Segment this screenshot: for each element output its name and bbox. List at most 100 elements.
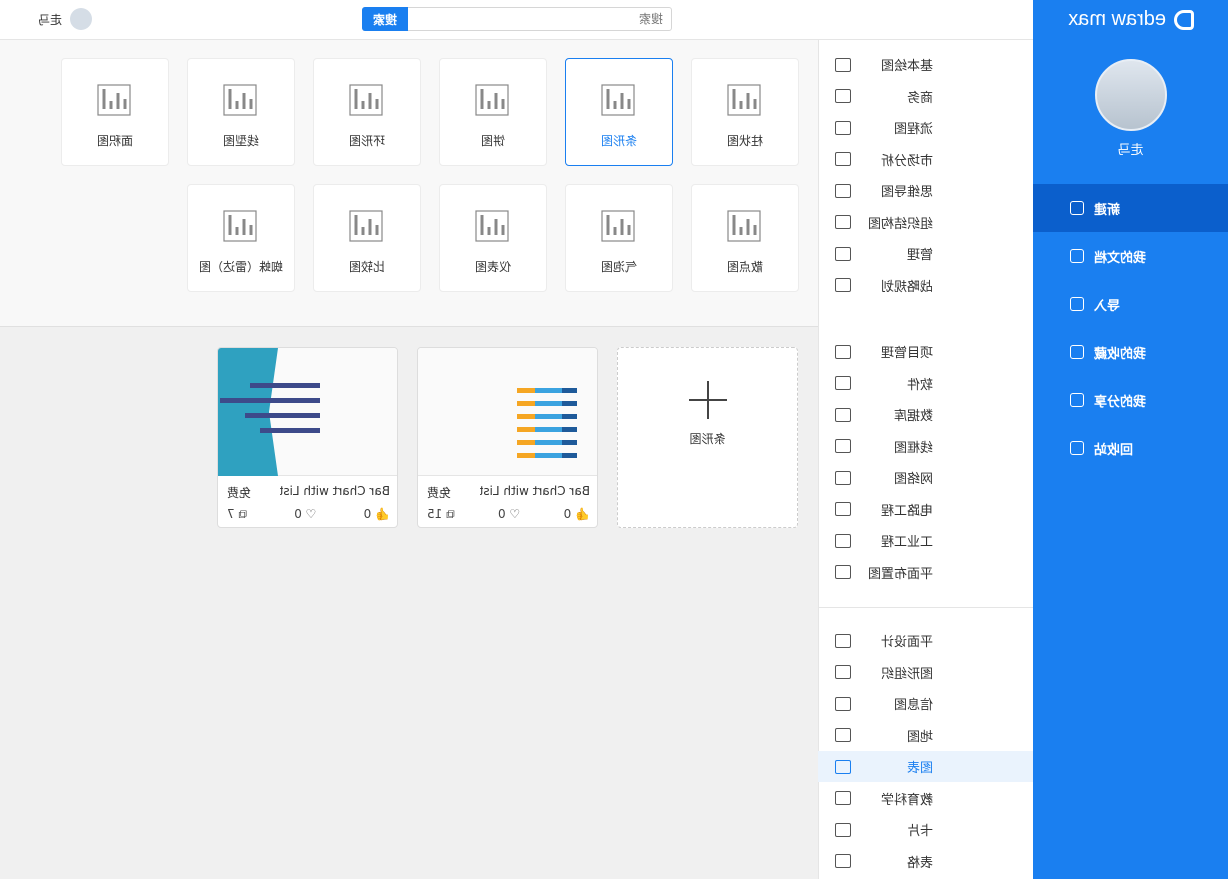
category-icon: [835, 565, 851, 579]
category-icon: [835, 407, 851, 422]
category-icon: [835, 183, 851, 198]
chart-type-icon: [475, 210, 509, 242]
category-item[interactable]: 市场分析: [818, 144, 1033, 175]
chart-type-card[interactable]: 条形图: [565, 58, 673, 166]
category-item[interactable]: 组织结构图: [818, 207, 1033, 238]
category-item[interactable]: 战略规划: [818, 270, 1033, 301]
share-icon: [1070, 393, 1084, 407]
chart-type-icon: [223, 210, 257, 242]
category-item[interactable]: 基本绘图: [818, 49, 1033, 80]
like-button[interactable]: 👍 0: [364, 507, 390, 522]
logo: edraw max: [1068, 8, 1194, 31]
category-icon: [835, 152, 851, 166]
search-button[interactable]: 搜索: [362, 7, 408, 31]
category-icon: [835, 502, 851, 516]
chart-type-icon: [727, 84, 761, 116]
chart-type-grid: 柱状图 条形图 饼图 环形图 线型图 面积图散点图 气泡图 仪表图 比较图 蜘蛛（雷达）图: [0, 40, 818, 327]
sidebar-item-3[interactable]: 我的收藏: [1033, 328, 1228, 376]
category-item[interactable]: 网络图: [818, 462, 1033, 493]
category-panel: 基本绘图 商务 流程图 市场分析 思维导图 组织结构图 管理 战略规划项目管理 软件 数据库 线框图…: [818, 40, 1033, 879]
chart-type-card[interactable]: 比较图: [313, 184, 421, 292]
chart-type-icon: [727, 210, 761, 242]
category-icon: [835, 120, 851, 135]
chart-type-card[interactable]: 环形图: [313, 58, 421, 166]
import-icon: [1070, 297, 1084, 311]
user-avatar[interactable]: [70, 8, 92, 30]
chart-type-card[interactable]: 面积图: [61, 58, 169, 166]
sidebar-item-1[interactable]: 我的文档: [1033, 232, 1228, 280]
category-item[interactable]: 电路工程: [818, 494, 1033, 525]
category-icon: [835, 759, 851, 774]
category-item[interactable]: 软件: [818, 368, 1033, 399]
category-item[interactable]: 线框图: [818, 431, 1033, 462]
chart-type-card[interactable]: 线型图: [187, 58, 295, 166]
divider: [818, 607, 1033, 608]
category-item[interactable]: 平面设计: [818, 625, 1033, 656]
category-item[interactable]: 信息图: [818, 688, 1033, 719]
category-item[interactable]: 教育科学: [818, 783, 1033, 814]
plus-icon: [689, 381, 727, 419]
category-item[interactable]: 图形组织: [818, 657, 1033, 688]
star-icon: [1070, 345, 1084, 359]
chart-type-card[interactable]: 柱状图: [691, 58, 799, 166]
like-button[interactable]: 👍 0: [564, 507, 590, 522]
category-item[interactable]: 管理: [818, 238, 1033, 269]
favorite-button[interactable]: ♡ 0: [294, 507, 316, 522]
favorite-button[interactable]: ♡ 0: [498, 507, 520, 522]
category-icon: [835, 791, 851, 805]
category-icon: [835, 696, 851, 711]
sidebar-item-5[interactable]: 回收站: [1033, 424, 1228, 472]
search-box: 搜索: [362, 7, 672, 31]
category-icon: [835, 533, 851, 548]
template-card[interactable]: Bar Chart with List-P...免费 👍 0♡ 0⧉ 15: [417, 347, 598, 528]
category-item[interactable]: 图表: [818, 751, 1033, 782]
category-icon: [835, 854, 851, 868]
category-item[interactable]: 流程图: [818, 112, 1033, 143]
template-card[interactable]: Bar Chart with List-A...免费 👍 0♡ 0⧉ 7: [217, 347, 398, 528]
category-item[interactable]: 工业工程: [818, 525, 1033, 556]
category-item[interactable]: 项目管理: [818, 336, 1033, 367]
chart-type-icon: [601, 84, 635, 116]
chart-type-icon: [349, 84, 383, 116]
chart-type-card[interactable]: 散点图: [691, 184, 799, 292]
chart-type-card[interactable]: 仪表图: [439, 184, 547, 292]
user-menu[interactable]: 走马: [38, 8, 92, 30]
category-item[interactable]: 数据库: [818, 399, 1033, 430]
category-icon: [835, 822, 851, 837]
chart-type-card[interactable]: 蜘蛛（雷达）图: [187, 184, 295, 292]
chart-type-card[interactable]: 饼图: [439, 58, 547, 166]
category-item[interactable]: 表格: [818, 846, 1033, 877]
category-item[interactable]: 卡片: [818, 814, 1033, 845]
edraw-logo-icon: [1174, 9, 1194, 30]
category-item[interactable]: 地图: [818, 720, 1033, 751]
category-icon: [835, 665, 851, 679]
category-icon: [835, 470, 851, 485]
sidebar-item-4[interactable]: 我的分享: [1033, 376, 1228, 424]
category-icon: [835, 57, 851, 72]
category-item[interactable]: 商务: [818, 81, 1033, 112]
copy-button[interactable]: ⧉ 7: [227, 507, 247, 522]
new-blank-button[interactable]: 条形图: [617, 347, 798, 528]
chart-type-icon: [601, 210, 635, 242]
search-input[interactable]: [409, 8, 671, 30]
user-name: 走马: [1117, 143, 1144, 158]
copy-button[interactable]: ⧉ 15: [427, 507, 455, 522]
category-icon: [835, 278, 851, 292]
trash-icon: [1070, 441, 1084, 455]
top-bar: 搜索 走马: [0, 0, 1033, 40]
category-icon: [835, 215, 851, 229]
category-icon: [835, 633, 851, 648]
new-file-icon: [1070, 201, 1084, 215]
chart-type-icon: [223, 84, 257, 116]
avatar[interactable]: [1095, 59, 1167, 131]
sidebar: edraw max 走马 新建 我的文档 导入 我的收藏 我的分享 回收站: [1033, 0, 1228, 879]
chart-type-icon: [97, 84, 131, 116]
category-item[interactable]: 思维导图: [818, 175, 1033, 206]
sidebar-item-2[interactable]: 导入: [1033, 280, 1228, 328]
category-icon: [835, 439, 851, 453]
template-thumbnail: [418, 348, 597, 476]
category-item[interactable]: 平面布置图: [818, 557, 1033, 588]
sidebar-item-0[interactable]: 新建: [1033, 184, 1228, 232]
chart-type-card[interactable]: 气泡图: [565, 184, 673, 292]
chart-type-icon: [349, 210, 383, 242]
